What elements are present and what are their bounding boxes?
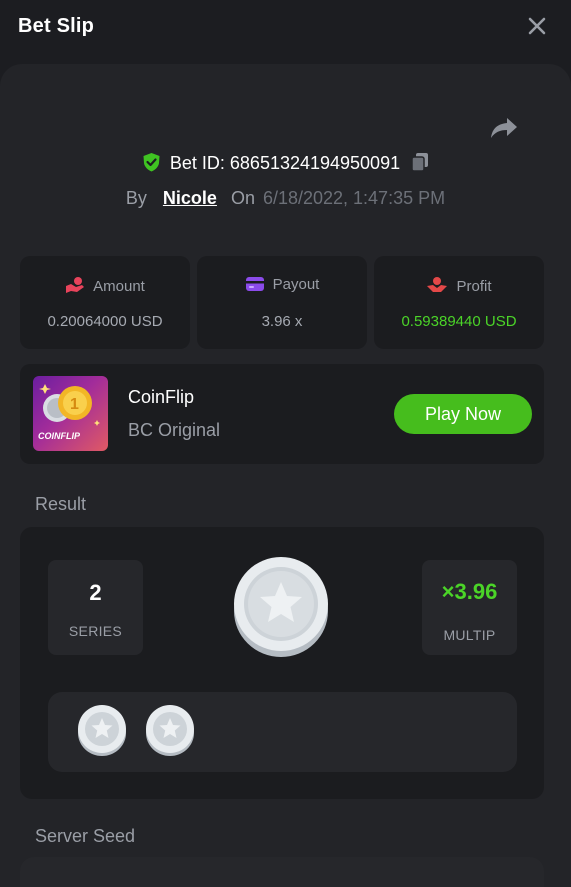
svg-text:1: 1 (70, 396, 79, 413)
copy-icon[interactable] (411, 152, 429, 172)
user-link[interactable]: Nicole (163, 188, 217, 208)
game-thumbnail[interactable]: 1 COINFLIP (33, 376, 108, 451)
thumbnail-text: COINFLIP (38, 431, 80, 441)
stat-payout-value: 3.96 x (261, 313, 303, 330)
coin-history-item-icon (78, 705, 126, 756)
result-panel: 2 SERIES ×3.96 MULTIP (20, 527, 544, 799)
coin-result-icon (234, 557, 328, 657)
bet-id-row: Bet ID: 68651324194950091 (0, 152, 571, 174)
bet-id: Bet ID: 68651324194950091 (169, 153, 401, 173)
series-value: 2 (89, 580, 102, 605)
card-icon (245, 277, 264, 291)
stat-amount: Amount 0.20064000 USD (20, 256, 190, 349)
stat-payout-label: Payout (272, 276, 320, 293)
stat-amount-label: Amount (93, 278, 145, 295)
hand-coins-icon (66, 277, 85, 293)
server-seed-field[interactable] (20, 857, 544, 887)
bet-slip-modal: Bet Slip Bet ID: 68651324194950091 By Nic… (0, 0, 571, 887)
game-subtitle: BC Original (128, 420, 221, 440)
coins-icon: 1 (39, 384, 100, 426)
modal-header: Bet Slip (0, 0, 571, 52)
game-card: 1 COINFLIP CoinFlip BC Original Play Now (20, 364, 544, 464)
stat-payout: Payout 3.96 x (197, 256, 367, 349)
by-label: By (125, 188, 147, 208)
game-name: CoinFlip (128, 387, 195, 407)
coin-history (48, 692, 517, 772)
series-box: 2 SERIES (48, 560, 143, 655)
series-label: SERIES (68, 623, 123, 639)
result-section-label: Result (35, 494, 87, 514)
share-icon[interactable] (490, 116, 518, 140)
stat-profit-label: Profit (456, 278, 492, 295)
bet-date: 6/18/2022, 1:47:35 PM (262, 188, 446, 208)
multiplier-value: ×3.96 (441, 579, 498, 604)
on-label: On (230, 188, 255, 208)
server-seed-label: Server Seed (35, 826, 136, 846)
modal-title: Bet Slip (18, 15, 95, 37)
hand-profit-icon (427, 277, 448, 292)
coin-history-item-icon (146, 705, 194, 756)
close-icon[interactable] (524, 12, 550, 40)
stat-profit-value: 0.59389440 USD (401, 313, 517, 330)
shield-check-icon (143, 153, 160, 172)
bet-byline: By Nicole On 6/18/2022, 1:47:35 PM (0, 188, 571, 209)
play-now-button[interactable]: Play Now (394, 394, 532, 434)
stat-amount-value: 0.20064000 USD (47, 313, 163, 330)
multiplier-box: ×3.96 MULTIP (422, 560, 517, 655)
stat-profit: Profit 0.59389440 USD (374, 256, 544, 349)
multiplier-label: MULTIP (443, 627, 496, 643)
